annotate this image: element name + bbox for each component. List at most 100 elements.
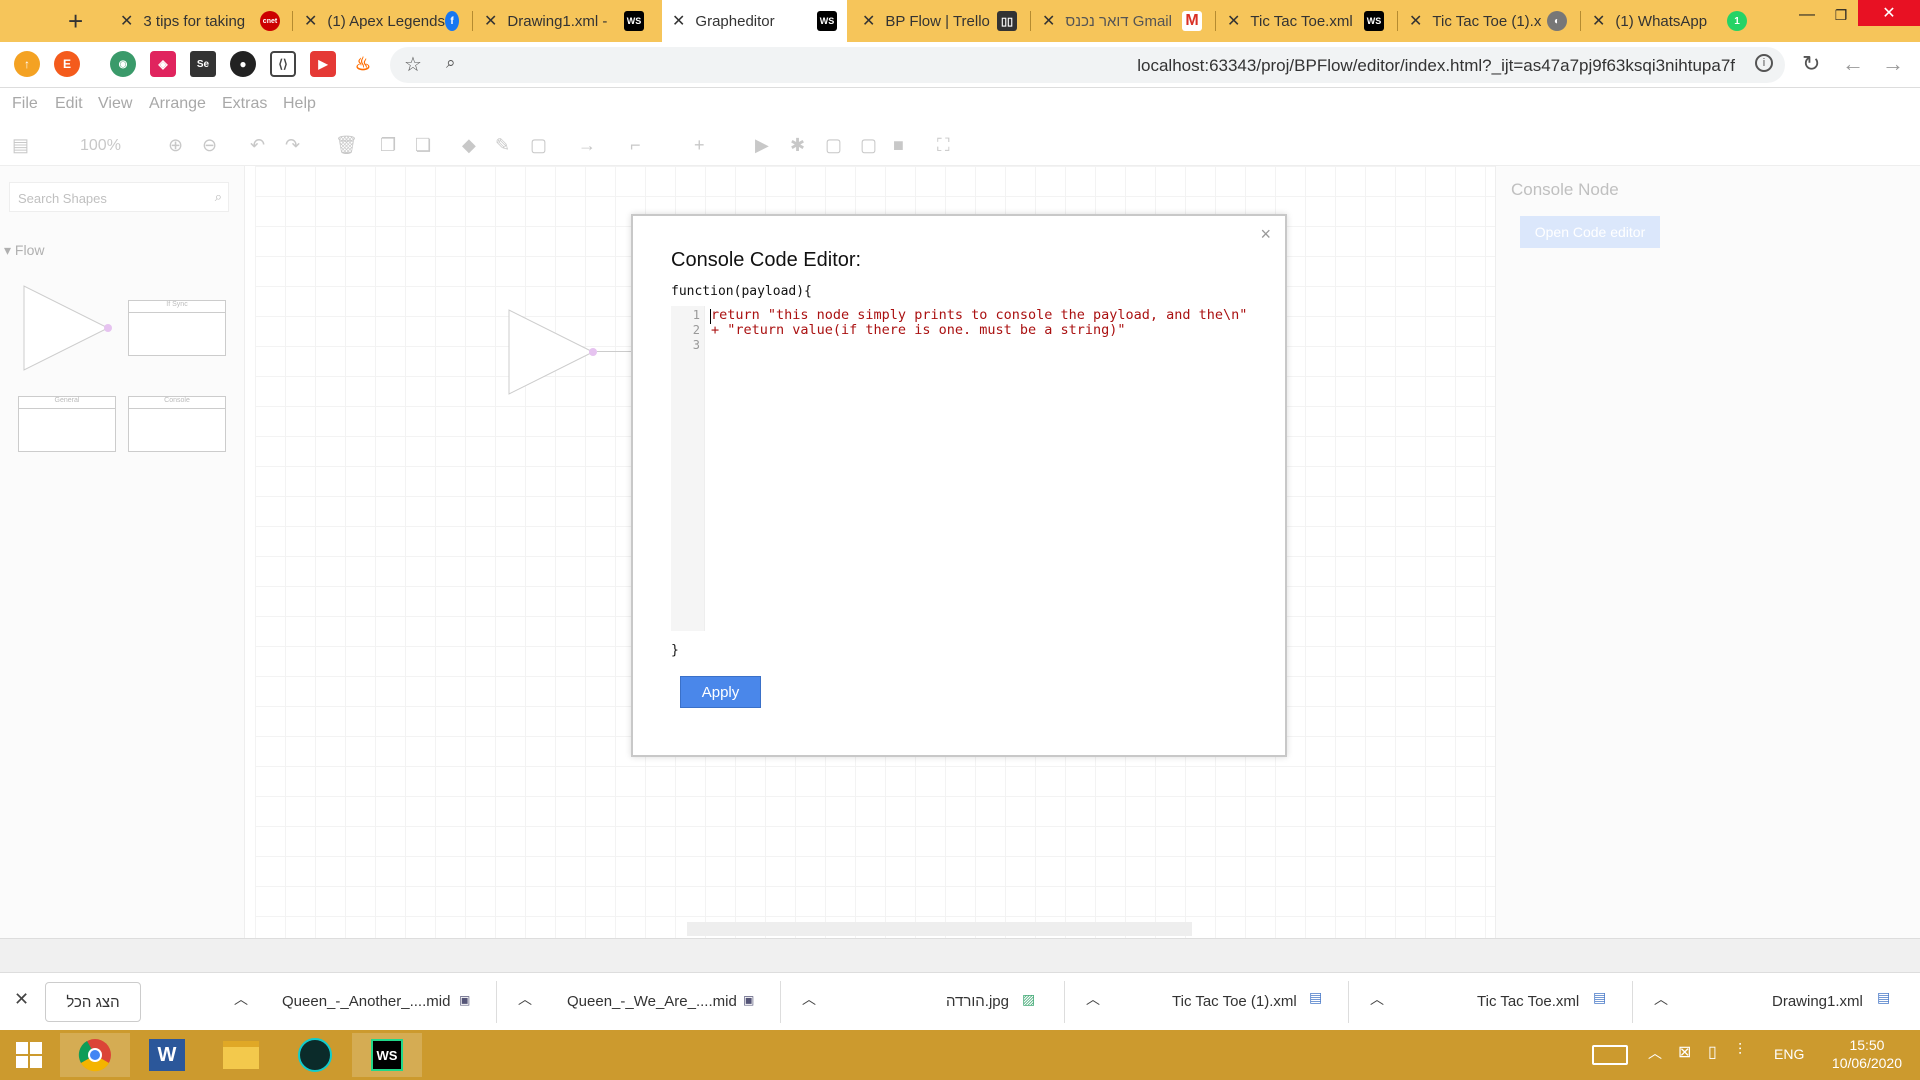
redo-icon[interactable]: ↷: [285, 135, 300, 156]
console-shape[interactable]: Console: [128, 396, 226, 452]
url-text[interactable]: localhost:63343/proj/BPFlow/editor/index…: [1137, 56, 1735, 76]
close-tab-icon[interactable]: ✕: [1227, 11, 1240, 31]
language-indicator[interactable]: ENG: [1774, 1046, 1804, 1062]
wifi-icon[interactable]: ⫶: [1738, 1042, 1742, 1060]
tab-tic-tac-toe-1[interactable]: ✕ Tic Tac Toe (1).x ◐: [1399, 0, 1577, 42]
menu-arrange[interactable]: Arrange: [149, 95, 206, 113]
search-icon[interactable]: ⌕: [215, 189, 222, 205]
close-tab-icon[interactable]: ✕: [1409, 11, 1422, 31]
if-sync-shape[interactable]: If Sync: [128, 300, 226, 356]
code-editor[interactable]: 1 2 3 return "this node simply prints to…: [671, 306, 1247, 631]
tab-apex-legends[interactable]: ✕ (1) Apex Legends f: [294, 0, 469, 42]
word-icon[interactable]: W: [132, 1033, 202, 1077]
step-icon[interactable]: ▢: [825, 135, 842, 156]
step-over-icon[interactable]: ▢: [860, 135, 877, 156]
clock[interactable]: 15:50 10/06/2020: [1832, 1036, 1902, 1072]
menu-edit[interactable]: Edit: [55, 95, 83, 113]
tab-grapheditor[interactable]: ✕ Grapheditor WS: [662, 0, 847, 42]
to-back-icon[interactable]: ❏: [415, 135, 431, 156]
connection-icon[interactable]: →: [578, 135, 596, 156]
code-line[interactable]: return "this node simply prints to conso…: [711, 307, 1247, 323]
tab-3-tips[interactable]: ✕ 3 tips for taking cnet: [110, 0, 290, 42]
file-explorer-icon[interactable]: [206, 1033, 276, 1077]
zoom-in-icon[interactable]: ⊕: [168, 135, 183, 156]
chevron-up-icon[interactable]: ︿: [518, 989, 532, 1009]
download-item[interactable]: Drawing1.xml: [1772, 993, 1863, 1010]
network-error-icon[interactable]: ⊠: [1678, 1042, 1691, 1062]
palette-section-flow[interactable]: ▾ Flow: [4, 242, 44, 259]
play-icon[interactable]: ▶: [755, 135, 769, 156]
menu-view[interactable]: View: [98, 95, 132, 113]
shadow-icon[interactable]: ▢: [530, 135, 547, 156]
keyboard-icon[interactable]: [1592, 1045, 1628, 1065]
bookmark-star-icon[interactable]: ☆: [404, 52, 422, 77]
extension-red-icon[interactable]: ◈: [150, 51, 176, 77]
extension-e-icon[interactable]: E: [54, 51, 80, 77]
forward-icon[interactable]: →: [1882, 51, 1904, 77]
extension-fire-icon[interactable]: ♨: [350, 51, 376, 77]
fill-color-icon[interactable]: ◆: [462, 135, 476, 156]
tab-trello[interactable]: ✕ BP Flow | Trello ▯▯: [852, 0, 1027, 42]
reload-icon[interactable]: ↻: [1802, 51, 1820, 77]
tab-gmail[interactable]: ✕ דואר נכנס Gmail M: [1032, 0, 1212, 42]
panel-toggle-icon[interactable]: ▤: [12, 135, 29, 156]
chevron-up-icon[interactable]: ︿: [1086, 989, 1100, 1009]
start-shape[interactable]: [22, 284, 112, 374]
code-line[interactable]: + "return value(if there is one. must be…: [711, 322, 1126, 338]
show-all-button[interactable]: הצג הכל: [45, 982, 141, 1022]
zoom-out-icon[interactable]: ⊖: [202, 135, 217, 156]
download-item[interactable]: Queen_-_Another_....mid: [282, 993, 450, 1010]
close-tab-icon[interactable]: ✕: [1042, 11, 1055, 31]
horizontal-scrollbar[interactable]: [687, 922, 1192, 936]
close-tab-icon[interactable]: ✕: [862, 11, 875, 31]
chevron-up-icon[interactable]: ︿: [1654, 989, 1668, 1009]
address-bar[interactable]: ☆ ⌕ localhost:63343/proj/BPFlow/editor/i…: [390, 47, 1785, 83]
menu-file[interactable]: File: [12, 95, 38, 113]
to-front-icon[interactable]: ❐: [380, 135, 396, 156]
tab-tic-tac-toe[interactable]: ✕ Tic Tac Toe.xml WS: [1217, 0, 1394, 42]
chevron-up-icon[interactable]: ︿: [802, 989, 816, 1009]
gitkraken-icon[interactable]: [280, 1033, 350, 1077]
stop-icon[interactable]: ■: [893, 135, 904, 156]
menu-help[interactable]: Help: [283, 95, 316, 113]
open-code-editor-button[interactable]: Open Code editor: [1520, 216, 1660, 248]
menu-extras[interactable]: Extras: [222, 95, 267, 113]
download-item[interactable]: הורדה.jpg: [946, 993, 1009, 1010]
undo-icon[interactable]: ↶: [250, 135, 265, 156]
insert-icon[interactable]: +: [694, 135, 705, 156]
extension-ninja-icon[interactable]: ●: [230, 51, 256, 77]
zoom-select[interactable]: 100%: [80, 137, 121, 155]
close-tab-icon[interactable]: ✕: [120, 11, 133, 31]
close-downloads-icon[interactable]: ✕: [14, 989, 29, 1010]
chevron-up-icon[interactable]: ︿: [1370, 989, 1384, 1009]
close-tab-icon[interactable]: ✕: [1592, 11, 1605, 31]
fit-icon[interactable]: ⛶: [937, 135, 950, 156]
search-shapes-input[interactable]: Search Shapes ⌕: [9, 182, 229, 212]
search-icon[interactable]: ⌕: [446, 53, 456, 73]
download-item[interactable]: Queen_-_We_Are_....mid: [567, 993, 737, 1010]
close-window-button[interactable]: ✕: [1858, 0, 1920, 26]
waypoints-icon[interactable]: ⌐: [630, 135, 641, 156]
general-shape[interactable]: General: [18, 396, 116, 452]
site-info-icon[interactable]: i: [1755, 54, 1773, 72]
debug-icon[interactable]: ✱: [790, 135, 805, 156]
chevron-up-icon[interactable]: ︿: [1648, 1043, 1662, 1063]
windows-start-icon[interactable]: [0, 1033, 58, 1077]
selenium-icon[interactable]: Se: [190, 51, 216, 77]
start-node[interactable]: [507, 308, 597, 398]
new-tab-button[interactable]: +: [68, 6, 83, 37]
download-item[interactable]: Tic Tac Toe.xml: [1477, 993, 1579, 1010]
extension-brain-icon[interactable]: ◉: [110, 51, 136, 77]
chevron-up-icon[interactable]: ︿: [234, 989, 248, 1009]
update-icon[interactable]: ↑: [14, 51, 40, 77]
close-tab-icon[interactable]: ✕: [484, 11, 497, 31]
battery-icon[interactable]: ▯: [1708, 1042, 1717, 1062]
back-icon[interactable]: ←: [1842, 51, 1864, 77]
tab-whatsapp[interactable]: ✕ (1) WhatsApp 1: [1582, 0, 1757, 42]
extension-code-icon[interactable]: ⟨⟩: [270, 51, 296, 77]
line-color-icon[interactable]: ✎: [495, 135, 510, 156]
chrome-icon[interactable]: [60, 1033, 130, 1077]
close-icon[interactable]: ×: [1260, 224, 1271, 245]
webstorm-icon[interactable]: WS: [352, 1033, 422, 1077]
apply-button[interactable]: Apply: [680, 676, 761, 708]
